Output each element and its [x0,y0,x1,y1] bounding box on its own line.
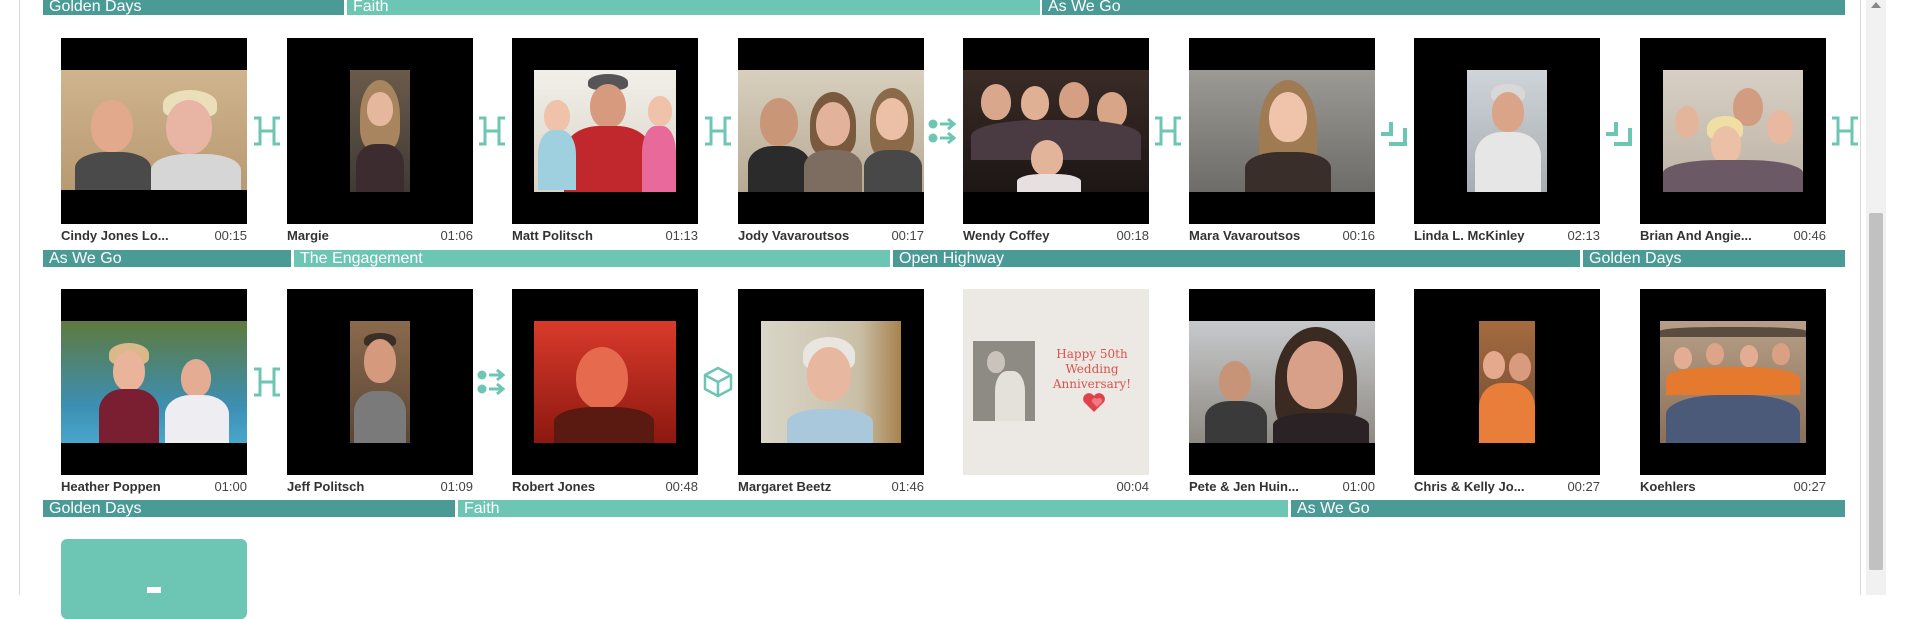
video-clip[interactable]: Margaret Beetz 01:46 [738,289,924,497]
music-segment[interactable]: Golden Days [43,500,455,517]
clip-name: Margaret Beetz [738,479,832,494]
clip-duration: 00:17 [891,228,924,243]
clip-thumbnail[interactable]: Happy 50th Wedding Anniversary! [963,289,1149,475]
music-segment[interactable]: Golden Days [1583,250,1845,267]
clip-duration: 00:46 [1793,228,1826,243]
clip-name: Pete & Jen Huin... [1189,479,1299,494]
clip-thumbnail[interactable] [1189,289,1375,475]
dots-arrow-icon[interactable] [475,365,509,399]
video-clip[interactable]: Heather Poppen 01:00 [61,289,247,497]
music-segment[interactable]: The Engagement [294,250,890,267]
video-clip[interactable]: Pete & Jen Huin... 01:00 [1189,289,1375,497]
clip-duration: 00:15 [214,228,247,243]
video-clip[interactable]: Koehlers 00:27 [1640,289,1826,497]
music-track-row: Golden Days Faith As We Go [43,0,1845,15]
video-clip[interactable]: Chris & Kelly Jo... 00:27 [1414,289,1600,497]
dots-arrow-icon[interactable] [926,114,960,148]
video-clip[interactable]: Mara Vavaroutsos 00:16 [1189,38,1375,246]
music-track-row: Golden Days Faith As We Go [43,500,1845,517]
cube-icon[interactable] [701,365,735,399]
clip-name: Heather Poppen [61,479,161,494]
corner-icon[interactable] [1602,114,1636,148]
clip-thumbnail[interactable] [512,38,698,224]
clip-thumbnail[interactable] [1414,289,1600,475]
scroll-up-arrow-icon[interactable] [1871,2,1881,8]
clip-duration: 00:04 [1116,479,1149,494]
clip-thumbnail[interactable] [287,38,473,224]
clip-thumbnail[interactable] [61,289,247,475]
video-clip[interactable]: Jody Vavaroutsos 00:17 [738,38,924,246]
video-clip[interactable]: Brian And Angie... 00:46 [1640,38,1826,246]
clip-name: Linda L. McKinley [1414,228,1525,243]
video-clip[interactable]: Jeff Politsch 01:09 [287,289,473,497]
clip-duration: 00:27 [1567,479,1600,494]
clip-duration: 00:16 [1342,228,1375,243]
clip-duration: 01:06 [440,228,473,243]
clip-name: Wendy Coffey [963,228,1050,243]
video-clip[interactable]: Cindy Jones Lo... 00:15 [61,38,247,246]
clip-duration: 01:46 [891,479,924,494]
clip-thumbnail[interactable] [287,289,473,475]
clip-name: Koehlers [1640,479,1696,494]
clip-thumbnail[interactable] [1189,38,1375,224]
clip-thumbnail[interactable] [1414,38,1600,224]
music-segment[interactable]: Faith [458,500,1288,517]
clip-name: Mara Vavaroutsos [1189,228,1301,243]
page-right-border [1860,0,1861,595]
add-clip-button[interactable] [61,539,247,619]
clip-name: Chris & Kelly Jo... [1414,479,1525,494]
bracket-icon[interactable] [701,114,735,148]
clip-duration: 01:13 [665,228,698,243]
music-segment[interactable]: As We Go [43,250,291,267]
video-clip[interactable]: Happy 50th Wedding Anniversary! 00:04 [963,289,1149,497]
music-segment[interactable]: Open Highway [893,250,1580,267]
bracket-icon[interactable] [1151,114,1185,148]
music-segment[interactable]: As We Go [1291,500,1845,517]
clip-name: Margie [287,228,329,243]
music-segment[interactable]: As We Go [1042,0,1845,15]
clip-duration: 01:00 [214,479,247,494]
music-segment[interactable]: Golden Days [43,0,344,15]
clip-thumbnail[interactable] [512,289,698,475]
clip-name: Brian And Angie... [1640,228,1752,243]
clip-duration: 00:18 [1116,228,1149,243]
heart-icon [1081,389,1107,415]
video-clip[interactable]: Margie 01:06 [287,38,473,246]
clip-name: Matt Politsch [512,228,593,243]
clip-name: Jody Vavaroutsos [738,228,850,243]
clip-row: Heather Poppen 01:00 Jeff Politsch 01:09 R… [0,289,1860,499]
vertical-scrollbar[interactable] [1866,0,1886,595]
clip-duration: 00:48 [665,479,698,494]
bracket-icon[interactable] [250,365,284,399]
music-track-row: As We Go The Engagement Open Highway Gol… [43,250,1845,267]
clip-name: Cindy Jones Lo... [61,228,169,243]
video-clip[interactable]: Linda L. McKinley 02:13 [1414,38,1600,246]
clip-duration: 02:13 [1567,228,1600,243]
clip-name: Robert Jones [512,479,596,494]
video-clip[interactable]: Wendy Coffey 00:18 [963,38,1149,246]
scrollbar-thumb[interactable] [1869,213,1883,570]
bracket-icon[interactable] [1828,114,1862,148]
video-clip[interactable]: Robert Jones 00:48 [512,289,698,497]
clip-thumbnail[interactable] [963,38,1149,224]
bracket-icon[interactable] [250,114,284,148]
video-clip[interactable]: Matt Politsch 01:13 [512,38,698,246]
clip-thumbnail[interactable] [1640,38,1826,224]
clip-thumbnail[interactable] [738,289,924,475]
clip-duration: 01:00 [1342,479,1375,494]
music-segment[interactable]: Faith [347,0,1040,15]
clip-thumbnail[interactable] [61,38,247,224]
bracket-icon[interactable] [475,114,509,148]
corner-icon[interactable] [1377,114,1411,148]
clip-duration: 01:09 [440,479,473,494]
anniversary-card-text: Happy 50th Wedding Anniversary! [1052,347,1132,391]
clip-row: Cindy Jones Lo... 00:15 Margie 01:06 Mat… [0,38,1860,248]
clip-name: Jeff Politsch [287,479,365,494]
clip-thumbnail[interactable] [1640,289,1826,475]
clip-duration: 00:27 [1793,479,1826,494]
plus-icon [147,587,161,593]
clip-thumbnail[interactable] [738,38,924,224]
